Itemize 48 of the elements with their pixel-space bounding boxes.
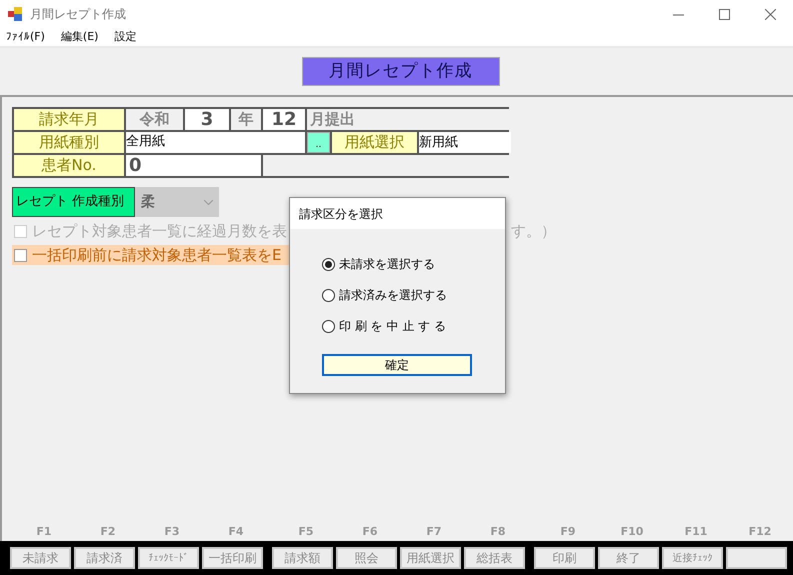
app-icon [8, 7, 22, 21]
menu-item[interactable]: 設定 [114, 28, 136, 46]
radio-button[interactable] [322, 320, 335, 332]
banner-title: 月間レセプト作成 [302, 57, 500, 86]
radio-label: 請求済みを選択する [339, 287, 447, 304]
menu-item[interactable]: ﾌｧｲﾙ(F) [6, 28, 45, 46]
radio-option[interactable]: 請求済みを選択する [322, 285, 505, 305]
radio-button[interactable] [322, 258, 335, 270]
radio-button[interactable] [322, 288, 335, 302]
section-label: レセプト 作成種別 [12, 187, 135, 217]
caret-icon [204, 200, 213, 204]
browse-button[interactable]: .. [307, 132, 330, 153]
radio-option[interactable]: 未請求を選択する [322, 254, 505, 274]
menu-item[interactable]: 編集(E) [60, 28, 98, 46]
field-label: 患者No. [14, 155, 124, 176]
function-key-label: F8 [489, 524, 507, 540]
paper-type-field[interactable]: 全用紙 [126, 132, 305, 153]
checkbox-label: す。） [511, 220, 556, 242]
function-key-label: F10 [620, 524, 644, 540]
function-key-label: F11 [684, 524, 708, 540]
patient-number-field[interactable]: 0 [126, 155, 261, 176]
function-key-label: F3 [163, 524, 181, 540]
radio-option[interactable]: 印 刷 を 中 止 す る [322, 316, 505, 336]
unit-label: 年 [231, 109, 261, 130]
field-label: 請求年月 [14, 109, 124, 130]
month-field[interactable]: 12 [263, 109, 305, 130]
field-label: 用紙選択 [332, 132, 417, 153]
function-key-label: F12 [748, 524, 772, 540]
function-key-label: F7 [425, 524, 443, 540]
function-key-label: F2 [99, 524, 117, 540]
function-key-label: F6 [361, 524, 379, 540]
paper-select-field[interactable]: 新用紙 [419, 132, 511, 153]
unit-label: 月提出 [307, 109, 511, 130]
checkbox[interactable] [14, 248, 27, 262]
dropdown-value: 柔 [141, 192, 155, 212]
function-key-label: F9 [559, 524, 577, 540]
year-field[interactable]: 3 [185, 109, 229, 130]
window-title: 月間レセプト作成 [30, 6, 126, 23]
function-key-label: F1 [35, 524, 53, 540]
confirm-button[interactable]: 確定 [322, 354, 472, 376]
radio-label: 印 刷 を 中 止 す る [339, 318, 446, 335]
radio-label: 未請求を選択する [339, 256, 435, 273]
function-key-label: F4 [227, 524, 245, 540]
checkbox-label: レセプト対象患者一覧に経過月数を表 [32, 220, 287, 242]
function-key-label: F5 [297, 524, 315, 540]
checkbox-label: 一括印刷前に請求対象患者一覧表をE [32, 245, 282, 265]
dialog-title: 請求区分を選択 [290, 198, 505, 229]
field-label: 用紙種別 [14, 132, 124, 153]
